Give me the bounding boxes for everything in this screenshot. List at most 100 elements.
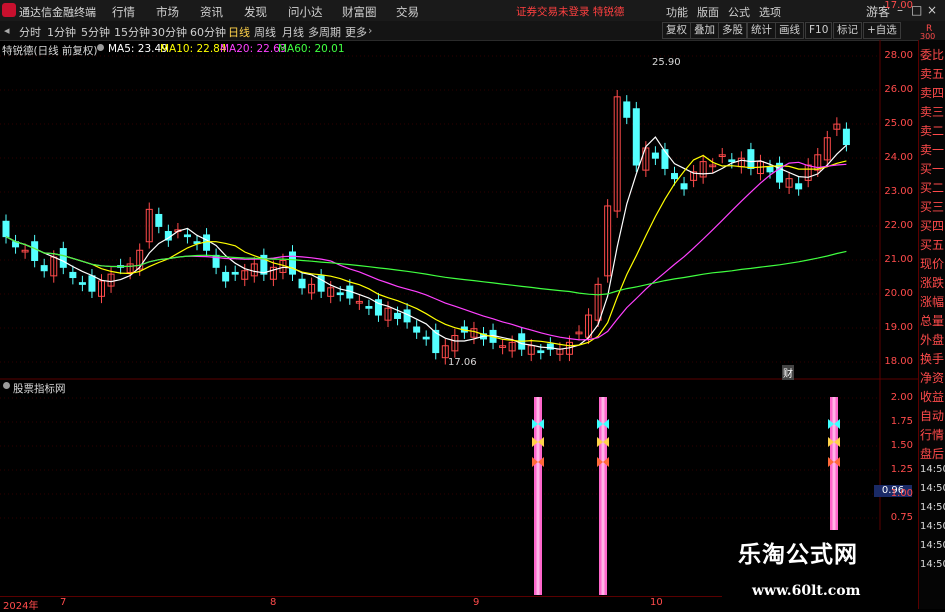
quote-panel-item[interactable]: 卖三 [920,103,944,120]
period-tab[interactable]: 日线 [228,24,250,40]
period-tab[interactable]: 多周期 [308,24,341,40]
high-annotation: 25.90 [652,57,681,68]
right-menu-item[interactable]: 选项 [759,4,781,20]
ma5-line [5,136,847,350]
menu-item[interactable]: 资讯 [200,4,223,20]
quote-panel-item[interactable]: 自动 [920,407,944,424]
menu-item[interactable]: 市场 [156,4,179,20]
period-tab[interactable]: 分时 [19,24,41,40]
chart-tool-button[interactable]: +自选 [863,22,901,39]
date-tick: 9 [473,597,480,608]
period-next-icon[interactable]: › [368,24,372,37]
app-name: 通达信金融终端 [19,6,96,19]
menu-item[interactable]: 发现 [244,4,267,20]
quote-panel-item[interactable]: 盘后 [920,445,944,462]
quote-panel-item[interactable]: 现价 [920,255,944,272]
quote-panel-item[interactable]: 卖五 [920,65,944,82]
quote-panel-item[interactable]: 外盘 [920,331,944,348]
chart-tool-button[interactable]: 统计 [747,22,776,39]
period-tab[interactable]: 60分钟 [190,24,226,40]
indicator-title: 股票指标网 [13,383,66,395]
period-tab[interactable]: 15分钟 [114,24,150,40]
menu-item[interactable]: 问小达 [288,4,323,20]
candle-body [661,149,669,169]
candle-body [78,282,86,285]
price-tick: 24.00 [884,152,913,163]
chart-tool-button[interactable]: 复权 [662,22,691,39]
chart-tool-button[interactable]: F10 [805,22,833,39]
chart-tool-button[interactable]: 画线 [775,22,804,39]
period-tab[interactable]: 周线 [254,24,276,40]
chart-tool-button[interactable]: 多股 [718,22,747,39]
quote-panel-item[interactable]: 14:50 [920,559,945,570]
quote-panel-item[interactable]: 买二 [920,179,944,196]
quote-panel-item[interactable]: 涨跌 [920,274,944,291]
quote-panel-item[interactable]: 14:50 [920,540,945,551]
watermark-title: 乐淘公式网 [738,542,858,568]
quote-panel-item[interactable]: 卖一 [920,141,944,158]
quote-panel-item[interactable]: 买一 [920,160,944,177]
right-menu-item[interactable]: 版面 [697,4,719,20]
settings-icon[interactable] [97,44,104,51]
quote-panel-item[interactable]: 委比 [920,46,944,63]
candle-body [671,173,678,180]
quote-panel-item[interactable]: 14:50 [920,521,945,532]
ma60-line [5,236,847,296]
right-menu-item[interactable]: 公式 [728,4,750,20]
menu-item[interactable]: 财富圈 [342,4,377,20]
indicator-tick: 1.25 [890,464,913,475]
ma-label: MA10: 22.84 [160,43,227,55]
price-tick: 23.00 [884,186,913,197]
quote-panel-item[interactable]: 买三 [920,198,944,215]
quote-panel-item[interactable]: 买五 [920,236,944,253]
quote-panel-item[interactable]: 卖二 [920,122,944,139]
candle-body [747,149,755,169]
indicator-tick: 2.00 [890,392,913,403]
candle-body [842,128,850,146]
quote-panel-item[interactable]: 行情 [920,426,944,443]
stock-title: 特锐德(日线 前复权) [2,45,98,57]
candle-body [537,350,545,354]
price-tick: 25.00 [884,118,913,129]
indicator-tick: 1.50 [890,440,913,451]
candle-body [40,265,48,272]
ma-label: MA20: 22.63 [220,43,287,55]
indicator-settings-icon[interactable] [3,382,10,389]
period-tab[interactable]: 1分钟 [47,24,76,40]
date-tick: 2024年 [3,601,39,612]
candle-body [69,271,77,279]
quote-panel-item[interactable]: 买四 [920,217,944,234]
candle-body [155,213,163,227]
candle-body [651,152,659,159]
quote-panel-item[interactable]: 14:50 [920,502,945,513]
quote-panel-item[interactable]: 涨幅 [920,293,944,310]
period-tab[interactable]: 更多 [345,24,367,40]
chart-tool-button[interactable]: 叠加 [690,22,719,39]
quote-panel-item[interactable]: 卖四 [920,84,944,101]
right-menu-item[interactable]: 功能 [666,4,688,20]
quote-panel-item[interactable]: 换手 [920,350,944,367]
menu-item[interactable]: 交易 [396,4,419,20]
candle-body [394,312,402,319]
candle-body [795,183,803,190]
quote-panel-item[interactable]: 收益 [920,388,944,405]
finance-marker[interactable]: 财 [782,365,794,380]
login-notice[interactable]: 证券交易未登录 特锐德 [516,4,624,19]
close-icon[interactable]: × [927,3,937,17]
price-tick: 19.00 [884,322,913,333]
period-prev-icon[interactable]: ◂ [4,24,10,37]
menu-item[interactable]: 行情 [112,4,135,20]
candle-body [298,278,306,289]
price-tick: 26.00 [884,84,913,95]
candlestick-chart[interactable] [0,40,918,380]
period-tab[interactable]: 5分钟 [81,24,110,40]
period-tab[interactable]: 月线 [282,24,304,40]
quote-panel-item[interactable]: 总量 [920,312,944,329]
quote-panel-item[interactable]: 14:50 [920,464,945,475]
indicator-tick: 1.00 [890,488,913,499]
chart-tool-button[interactable]: 标记 [833,22,862,39]
watermark-url: www.60lt.com [752,583,861,599]
quote-panel-item[interactable]: 14:50 [920,483,945,494]
period-tab[interactable]: 30分钟 [151,24,187,40]
quote-panel-item[interactable]: 净资 [920,369,944,386]
